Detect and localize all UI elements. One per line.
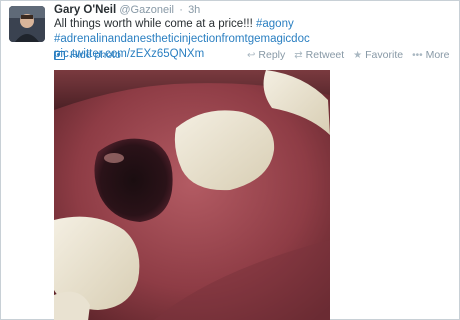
- retweet-label: Retweet: [305, 49, 345, 61]
- star-icon: ★: [353, 49, 363, 61]
- tweet-photo[interactable]: [54, 70, 330, 320]
- tweet-text-line: All things worth while come at a price!!…: [54, 18, 253, 30]
- tweet-card: Gary O'Neil @Gazoneil · 3h All things wo…: [0, 0, 460, 320]
- hashtag-agony[interactable]: #agony: [256, 18, 294, 30]
- hashtag-adrenalin[interactable]: #adrenalinandanestheticinjectionfromtgem…: [54, 33, 310, 45]
- retweet-button[interactable]: ⇄ Retweet: [294, 49, 344, 61]
- hide-photo-label: Hide photo: [70, 49, 121, 61]
- favorite-label: Favorite: [365, 49, 404, 61]
- photo-icon: [54, 50, 65, 60]
- more-button[interactable]: ••• More: [412, 49, 449, 61]
- separator: ·: [179, 4, 183, 16]
- reply-label: Reply: [258, 49, 286, 61]
- tweet-actions: ↩ Reply ⇄ Retweet ★ Favorite ••• More: [247, 49, 450, 61]
- author-handle[interactable]: @Gazoneil: [119, 4, 174, 16]
- mouth-photo-illustration: [54, 70, 330, 320]
- retweet-icon: ⇄: [294, 49, 303, 61]
- favorite-button[interactable]: ★ Favorite: [353, 49, 403, 61]
- timestamp[interactable]: 3h: [188, 4, 200, 16]
- hide-photo-button[interactable]: Hide photo: [54, 49, 121, 61]
- reply-icon: ↩: [247, 49, 256, 61]
- author-name[interactable]: Gary O'Neil: [54, 4, 116, 16]
- more-icon: •••: [412, 49, 423, 61]
- reply-button[interactable]: ↩ Reply: [247, 49, 285, 61]
- more-label: More: [425, 49, 450, 61]
- avatar[interactable]: [9, 6, 45, 42]
